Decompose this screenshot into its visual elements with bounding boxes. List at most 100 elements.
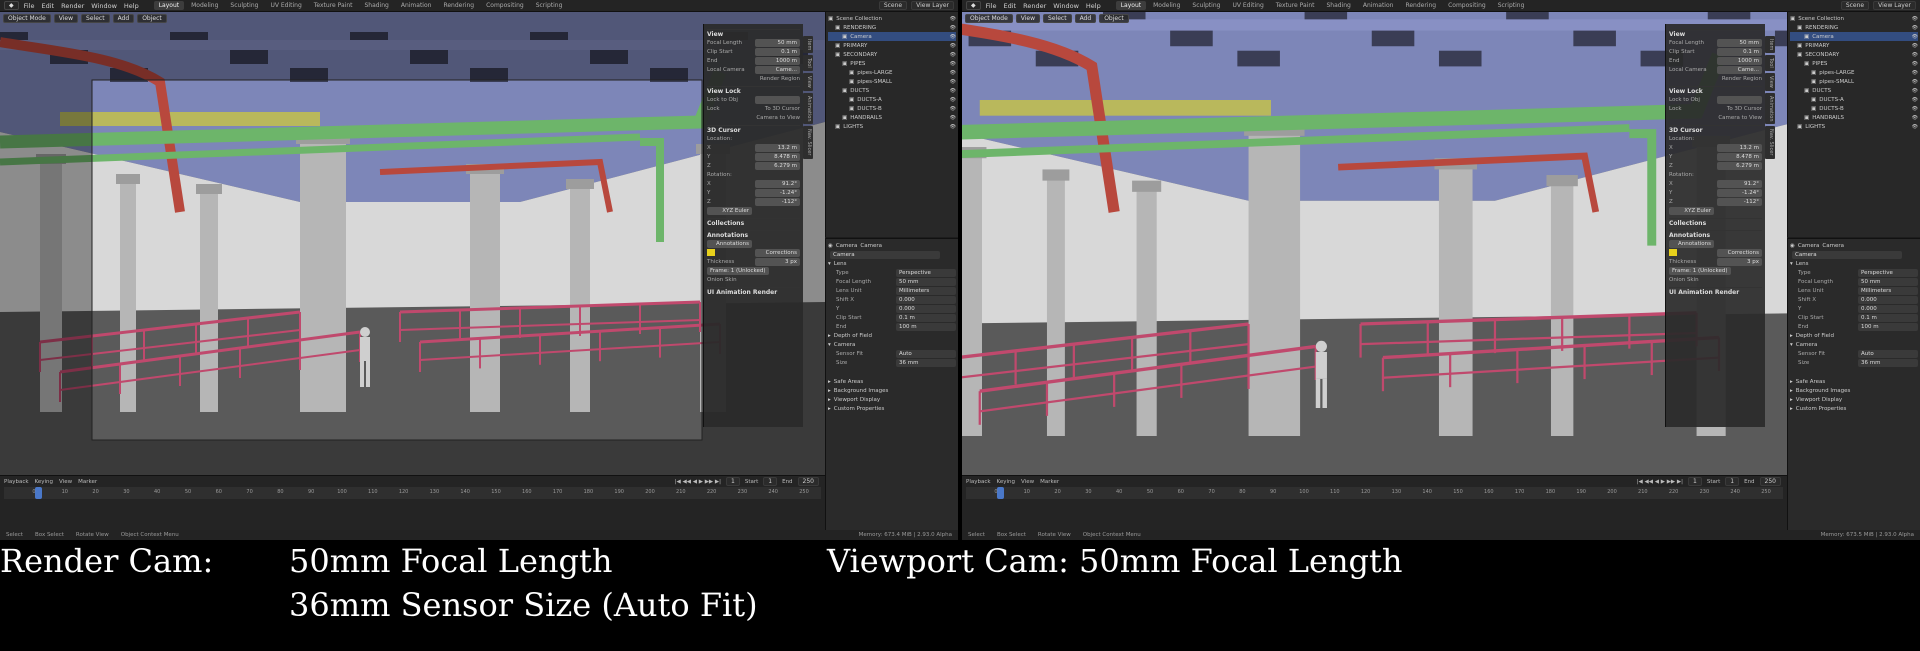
workspace-tab[interactable]: UV Editing (265, 1, 306, 10)
timeline-menu-item[interactable]: Keying (35, 479, 53, 485)
menu-item[interactable]: Window (1053, 2, 1079, 10)
lock-to-object-field[interactable] (755, 95, 800, 104)
menu-item[interactable]: Render (61, 2, 84, 10)
sidebar-tab[interactable]: View (803, 73, 813, 91)
visibility-eye-icon[interactable]: 👁 (1912, 79, 1918, 85)
outliner-item[interactable]: ▣ DUCTS-A 👁 (1790, 95, 1918, 104)
onion-skin-subpanel[interactable]: Onion Skin (707, 277, 737, 283)
viewport-display-panel[interactable]: Viewport Display (1796, 397, 1842, 403)
cursor-location-y[interactable]: 8.478 m (1717, 152, 1762, 161)
thickness-field[interactable]: 3 px (755, 257, 800, 266)
camera-to-view-checkbox[interactable]: Camera to View (1718, 115, 1762, 121)
visibility-eye-icon[interactable]: 👁 (950, 61, 956, 67)
outliner-item[interactable]: ▣ DUCTS 👁 (1790, 86, 1918, 95)
view-lock-section[interactable]: View Lock (1669, 86, 1762, 95)
annotation-layer-corrections[interactable]: Corrections (1717, 248, 1762, 257)
safe-areas-panel[interactable]: Safe Areas (834, 379, 863, 385)
object-menu[interactable]: Object (1099, 14, 1129, 23)
outliner-item[interactable]: ▣ PRIMARY 👁 (828, 41, 956, 50)
workspace-tab[interactable]: Modeling (1148, 1, 1185, 10)
visibility-eye-icon[interactable]: 👁 (950, 79, 956, 85)
visibility-eye-icon[interactable]: 👁 (950, 97, 956, 103)
menu-item[interactable]: File (986, 2, 997, 10)
view-section-title[interactable]: View (707, 29, 800, 38)
camera-focal-field[interactable]: 50 mm (896, 277, 956, 286)
playhead[interactable] (35, 487, 42, 499)
outliner-item[interactable]: ▣ SECONDARY 👁 (828, 50, 956, 59)
workspace-tab[interactable]: Texture Paint (309, 1, 358, 10)
sidebar-tab[interactable]: Animation (1765, 92, 1775, 125)
camera-panel[interactable]: Camera (1796, 342, 1818, 348)
3d-cursor-section[interactable]: 3D Cursor (707, 125, 800, 134)
visibility-eye-icon[interactable]: 👁 (1912, 124, 1918, 130)
outliner-item[interactable]: ▣ RENDERING 👁 (828, 23, 956, 32)
menu-item[interactable]: Edit (1004, 2, 1017, 10)
custom-properties-panel[interactable]: Custom Properties (834, 406, 885, 412)
lens-unit-dropdown[interactable]: Millimeters (1858, 286, 1918, 295)
visibility-eye-icon[interactable]: 👁 (1912, 61, 1918, 67)
sensor-size-field[interactable]: 36 mm (896, 358, 956, 367)
object-mode-dropdown[interactable]: Object Mode (3, 14, 51, 23)
visibility-eye-icon[interactable]: 👁 (950, 16, 956, 22)
render-region-checkbox[interactable]: Render Region (1722, 76, 1762, 82)
end-frame-field[interactable]: 250 (1759, 477, 1781, 486)
render-region-checkbox[interactable]: Render Region (760, 76, 800, 82)
3d-viewport[interactable]: Object Mode View Select Add Object View … (0, 12, 825, 475)
timeline-ruler[interactable]: 0 10 20 30 40 50 60 70 80 90 100 110 120 130 140 150 160… (4, 487, 821, 499)
outliner-item[interactable]: ▣ Scene Collection 👁 (1790, 14, 1918, 23)
visibility-eye-icon[interactable]: 👁 (1912, 16, 1918, 22)
lens-panel[interactable]: Lens (834, 261, 847, 267)
outliner-item[interactable]: ▣ HANDRAILS 👁 (828, 113, 956, 122)
workspace-tab[interactable]: Shading (359, 1, 393, 10)
object-mode-dropdown[interactable]: Object Mode (965, 14, 1013, 23)
collections-section[interactable]: Collections (1669, 218, 1762, 227)
sensor-fit-dropdown[interactable]: Auto (896, 349, 956, 358)
outliner-item[interactable]: ▣ LIGHTS 👁 (828, 122, 956, 131)
outliner-item[interactable]: ▣ pipes-LARGE 👁 (1790, 68, 1918, 77)
safe-areas-panel[interactable]: Safe Areas (1796, 379, 1825, 385)
visibility-eye-icon[interactable]: 👁 (1912, 70, 1918, 76)
shift-x-field[interactable]: 0.000 (1858, 295, 1918, 304)
outliner-item[interactable]: ▣ PRIMARY 👁 (1790, 41, 1918, 50)
camera-name-field[interactable]: Camera (830, 250, 940, 259)
visibility-eye-icon[interactable]: 👁 (950, 34, 956, 40)
outliner-item[interactable]: ▣ pipes-SMALL 👁 (828, 77, 956, 86)
cursor-location-x[interactable]: 13.2 m (1717, 143, 1762, 152)
visibility-eye-icon[interactable]: 👁 (950, 88, 956, 94)
object-menu[interactable]: Object (137, 14, 167, 23)
workspace-tab[interactable]: Rendering (438, 1, 479, 10)
visibility-eye-icon[interactable]: 👁 (1912, 106, 1918, 112)
view-layer-selector[interactable]: View Layer (1873, 1, 1916, 10)
outliner-item[interactable]: ▣ Camera 👁 (828, 32, 956, 41)
frame-status-field[interactable]: Frame: 1 (Unlocked) (707, 266, 769, 275)
camera-clip-end-field[interactable]: 100 m (896, 322, 956, 331)
view-section-title[interactable]: View (1669, 29, 1762, 38)
camera-focal-field[interactable]: 50 mm (1858, 277, 1918, 286)
camera-to-view-checkbox[interactable]: Camera to View (756, 115, 800, 121)
annotation-color-swatch[interactable] (707, 249, 715, 256)
workspace-tab[interactable]: Compositing (481, 1, 529, 10)
sensor-size-field[interactable]: 36 mm (1858, 358, 1918, 367)
visibility-eye-icon[interactable]: 👁 (950, 124, 956, 130)
timeline-ruler[interactable]: 0 10 20 30 40 50 60 70 80 90 100 110 120 130 140 150 160… (966, 487, 1783, 499)
annotation-layer-corrections[interactable]: Corrections (755, 248, 800, 257)
workspace-tab[interactable]: Scripting (531, 1, 568, 10)
visibility-eye-icon[interactable]: 👁 (950, 25, 956, 31)
current-frame-field[interactable]: 1 (1688, 477, 1702, 486)
cursor-location-y[interactable]: 8.478 m (755, 152, 800, 161)
rotation-mode-dropdown[interactable]: XYZ Euler (1669, 206, 1714, 215)
rotation-mode-dropdown[interactable]: XYZ Euler (707, 206, 752, 215)
outliner-item[interactable]: ▣ DUCTS-A 👁 (828, 95, 956, 104)
sidebar-tab[interactable]: Nav. Slicer (803, 126, 813, 159)
cursor-rotation-z[interactable]: -112° (1717, 197, 1762, 206)
sidebar-tab[interactable]: Item (1765, 36, 1775, 54)
blender-logo-icon[interactable]: ◆ (4, 1, 19, 10)
3d-viewport[interactable]: Object Mode View Select Add Object View … (962, 12, 1787, 475)
visibility-eye-icon[interactable]: 👁 (1912, 25, 1918, 31)
thickness-field[interactable]: 3 px (1717, 257, 1762, 266)
shift-y-field[interactable]: 0.000 (896, 304, 956, 313)
view-lock-section[interactable]: View Lock (707, 86, 800, 95)
depth-of-field-panel[interactable]: Depth of Field (1796, 333, 1834, 339)
camera-type-dropdown[interactable]: Perspective (896, 268, 956, 277)
camera-clip-start-field[interactable]: 0.1 m (1858, 313, 1918, 322)
